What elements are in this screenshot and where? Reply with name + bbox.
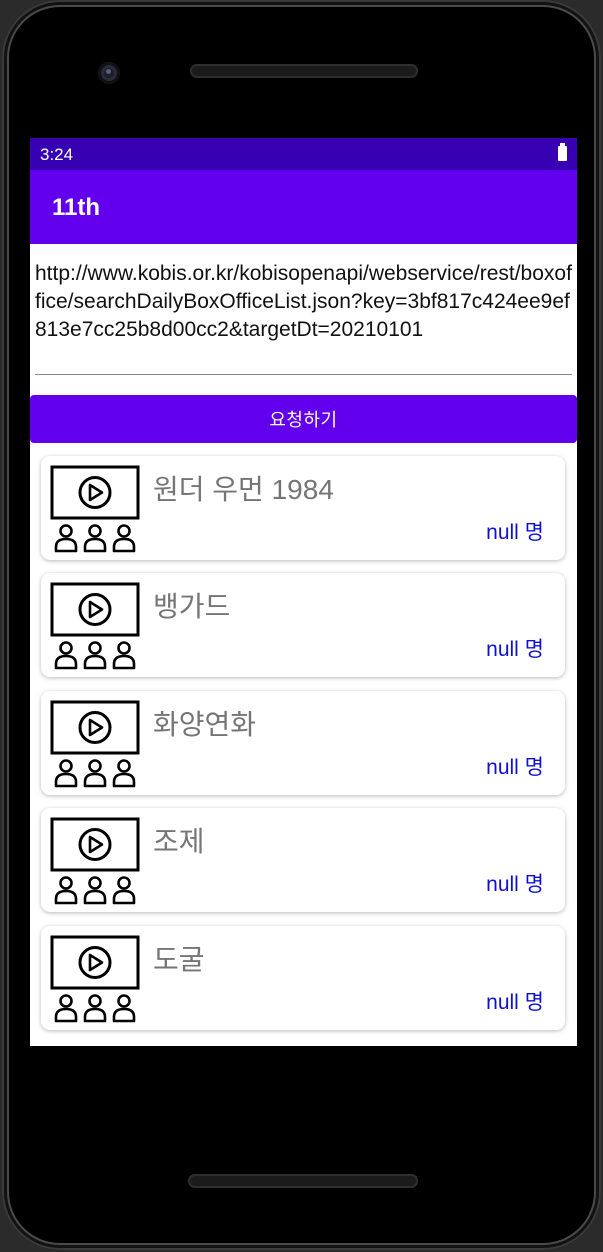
movie-title: 화양연화 xyxy=(153,709,257,740)
movie-title: 원더 우먼 1984 xyxy=(153,474,334,505)
audience-count: null 명 xyxy=(486,638,544,661)
audience-count: null 명 xyxy=(486,756,544,779)
app-bar: 11th xyxy=(30,170,577,244)
movie-title: 도굴 xyxy=(153,944,205,975)
request-button-label: 요청하기 xyxy=(269,410,338,430)
movie-card[interactable]: 원더 우먼 1984 null 명 xyxy=(41,456,565,560)
audience-count: null 명 xyxy=(486,521,544,544)
movie-card[interactable]: 화양연화 null 명 xyxy=(41,691,565,795)
cinema-screen-icon xyxy=(50,582,140,672)
url-input[interactable]: http://www.kobis.or.kr/kobisopenapi/webs… xyxy=(35,260,572,375)
app-title: 11th xyxy=(52,194,101,221)
cinema-screen-icon xyxy=(50,465,140,555)
status-bar: 3:24 xyxy=(30,138,577,170)
request-button[interactable]: 요청하기 xyxy=(30,395,577,443)
movie-list[interactable]: 원더 우먼 1984 null 명 뱅가드 null 명 화양연화 null 명… xyxy=(30,456,577,1046)
movie-card[interactable]: 뱅가드 null 명 xyxy=(41,573,565,677)
cinema-screen-icon xyxy=(50,935,140,1025)
bottom-speaker xyxy=(188,1174,418,1188)
top-speaker xyxy=(190,64,418,78)
movie-title: 뱅가드 xyxy=(153,591,231,622)
audience-count: null 명 xyxy=(486,991,544,1014)
movie-title: 조제 xyxy=(153,826,205,857)
cinema-screen-icon xyxy=(50,700,140,790)
cinema-screen-icon xyxy=(50,817,140,907)
movie-card[interactable]: 조제 null 명 xyxy=(41,808,565,912)
status-time: 3:24 xyxy=(40,145,74,164)
movie-card[interactable]: 도굴 null 명 xyxy=(41,926,565,1030)
battery-full-icon xyxy=(558,143,567,161)
front-camera-icon xyxy=(98,62,120,84)
app-screen: 3:24 11th http://www.kobis.or.kr/kobisop… xyxy=(30,138,577,1046)
audience-count: null 명 xyxy=(486,873,544,896)
